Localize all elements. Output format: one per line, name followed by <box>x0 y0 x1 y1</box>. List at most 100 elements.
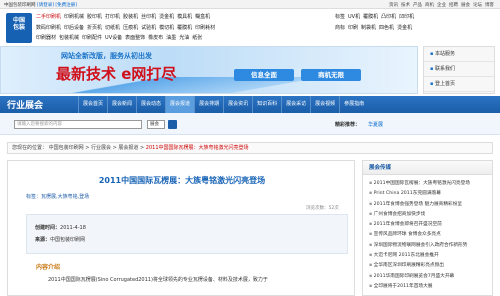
category-link[interactable]: 压痕机 <box>123 23 138 34</box>
search-input[interactable]: 请输入您要搜索的内容 <box>14 120 142 129</box>
site-logo[interactable]: 中国 包装 <box>6 13 32 43</box>
category-link[interactable]: 商标 <box>335 23 345 34</box>
category-link[interactable]: 印刷器材 <box>36 33 56 44</box>
category-link[interactable]: 试验机 <box>141 23 156 34</box>
source-value[interactable]: 中国包装印刷网 <box>50 237 85 243</box>
category-link[interactable]: 模具机 <box>177 12 192 23</box>
service-link[interactable]: 联系我们 <box>424 62 494 77</box>
nav-item[interactable]: 展会新闻 <box>107 96 136 113</box>
category-grid-right: 标签 UV机 覆膜机 凸印机 凹印机 商标 印刷 制袋机 四色机 烫金机 <box>335 12 495 44</box>
category-link[interactable]: 表面整饰 <box>125 33 145 44</box>
source-label: 来源： <box>35 237 51 243</box>
category-link[interactable]: 印后设备 <box>64 23 84 34</box>
category-link[interactable]: 印刷 <box>348 23 358 34</box>
service-box: 本站服务 联系我们 登上首页 <box>423 46 495 94</box>
service-link[interactable]: 本站服务 <box>424 47 494 62</box>
top-bar: 中国包装印刷网 [请登录] [免费注册] 资讯 技术 产品 商机 企业 招聘 展… <box>0 0 500 9</box>
category-link[interactable]: 印刷配件 <box>82 33 102 44</box>
top-nav-item[interactable]: 资讯 <box>389 2 398 8</box>
top-nav-item[interactable]: 招聘 <box>449 2 458 8</box>
nav-item[interactable]: 展会首页 <box>78 96 107 113</box>
sidebar-link[interactable]: 2011年食博会即将召开盛况空前 <box>369 220 488 230</box>
sidebar-link[interactable]: 全华南区深圳印刷展精彩亮点频出 <box>369 261 488 271</box>
category-link[interactable]: 凸印机 <box>381 12 396 23</box>
category-link[interactable]: 凹印机 <box>399 12 414 23</box>
nav-item[interactable]: 展会排期 <box>194 96 223 113</box>
nav-item[interactable]: 知识百科 <box>252 96 281 113</box>
section-brand[interactable]: 行业展会 <box>7 98 43 111</box>
article-tags[interactable]: 标签：瓦楞展,大族粤铭,登场 <box>26 193 89 200</box>
top-nav-item[interactable]: 企业 <box>437 2 446 8</box>
category-link[interactable]: 橡皮布 <box>148 33 163 44</box>
top-nav-item[interactable]: 技术 <box>401 2 410 8</box>
breadcrumb-item[interactable]: 行业展会 <box>91 145 111 151</box>
category-link[interactable]: 胶印机 <box>87 12 102 23</box>
login-link[interactable]: [请登录] <box>37 3 54 8</box>
nav-item[interactable]: 展会视频 <box>310 96 339 113</box>
category-link[interactable]: 印刷耗材 <box>195 23 215 34</box>
category-link[interactable]: UV设备 <box>105 33 122 44</box>
category-link[interactable]: 切纸机 <box>105 23 120 34</box>
top-nav-item[interactable]: 商机 <box>425 2 434 8</box>
top-nav: 资讯 技术 产品 商机 企业 招聘 展会 论坛 博客 <box>389 2 494 8</box>
category-link[interactable]: 糊盒机 <box>195 12 210 23</box>
category-link[interactable]: 纸张 <box>192 33 202 44</box>
category-link[interactable]: 二手印刷机 <box>36 12 61 23</box>
category-link[interactable]: 数码印刷机 <box>36 23 61 34</box>
nav-item-active[interactable]: 展会报道 <box>165 96 195 113</box>
article-meta: 创建时间：2011-4-18 来源：中国包装印刷网 <box>26 214 348 254</box>
breadcrumb-item[interactable]: 展会报道 <box>118 145 138 151</box>
search-category-select[interactable]: 展会 <box>147 120 165 129</box>
category-row: 数码印刷机 印后设备 折页机 切纸机 压痕机 试验机 模切机 覆膜机 印刷耗材 <box>36 23 328 34</box>
nav-item[interactable]: 展会动态 <box>136 96 165 113</box>
top-nav-item[interactable]: 论坛 <box>473 2 482 8</box>
created-date: 2011-4-18 <box>60 225 86 231</box>
search-button[interactable] <box>168 120 177 129</box>
hot-label: 精彩推荐： <box>335 122 361 128</box>
nav-item[interactable]: 展会资讯 <box>223 96 252 113</box>
sidebar-link[interactable]: 宣传风品牌环球 食博会众多亮点 <box>369 230 488 240</box>
banner-subtitle: 网站全新改版，服务从初出发 <box>61 52 152 60</box>
category-row: 标签 UV机 覆膜机 凸印机 凹印机 <box>335 12 495 23</box>
top-nav-item[interactable]: 展会 <box>461 2 470 8</box>
breadcrumb-item[interactable]: 中国包装印刷网 <box>49 145 84 151</box>
category-row: 商标 印刷 制袋机 四色机 烫金机 <box>335 23 495 34</box>
category-link[interactable]: 覆膜机 <box>177 23 192 34</box>
category-link[interactable]: UV机 <box>348 12 360 23</box>
top-nav-item[interactable]: 产品 <box>413 2 422 8</box>
top-nav-item[interactable]: 博客 <box>485 2 494 8</box>
hot-link[interactable]: 华夏展 <box>368 121 383 128</box>
category-link[interactable]: 制袋机 <box>361 23 376 34</box>
category-link[interactable]: 丝印机 <box>141 12 156 23</box>
category-link[interactable]: 印刷机械 <box>64 12 84 23</box>
category-link[interactable]: 模切机 <box>159 23 174 34</box>
sidebar-link[interactable]: 深圳国际物流物联网展会引入政府合作新形势 <box>369 241 488 251</box>
service-link[interactable]: 登上首页 <box>424 77 494 92</box>
sidebar-link[interactable]: 2011中国国际瓦楞展：大族粤铭激光闪亮登场 <box>369 179 488 189</box>
sidebar-link[interactable]: 全印展将于2011年首场大展 <box>369 282 488 292</box>
category-link[interactable]: 四色机 <box>379 23 394 34</box>
category-link[interactable]: 光油 <box>179 33 189 44</box>
top-bar-left: 中国包装印刷网 [请登录] [免费注册] <box>4 2 77 8</box>
sidebar-link[interactable]: 2011年食博会强势登场 魅力展商精彩纷呈 <box>369 200 488 210</box>
category-link[interactable]: 打印机 <box>105 12 120 23</box>
nav-item[interactable]: 展会采访 <box>281 96 310 113</box>
register-link[interactable]: [免费注册] <box>55 3 77 8</box>
category-link[interactable]: 烫金机 <box>159 12 174 23</box>
category-link[interactable]: 折页机 <box>87 23 102 34</box>
category-link[interactable]: 标签 <box>335 12 345 23</box>
site-name[interactable]: 中国包装印刷网 <box>4 3 36 8</box>
sidebar-link[interactable]: Print China 2011东莞圆满落幕 <box>369 189 488 199</box>
category-link[interactable]: 胶装机 <box>123 12 138 23</box>
category-link[interactable]: 覆膜机 <box>363 12 378 23</box>
nav-item[interactable]: 参展指南 <box>339 96 368 113</box>
sidebar-link[interactable]: 2011华南国际印刷展览会7月盛大开幕 <box>369 272 488 282</box>
category-link[interactable]: 烫金机 <box>397 23 412 34</box>
sidebar-link[interactable]: 大迈卡尼网 2011东北展会推开 <box>369 251 488 261</box>
promo-banner[interactable]: 网站全新改版，服务从初出发 最新技术 e网打尽 信息全面 商机无限 <box>0 46 418 94</box>
category-link[interactable]: 包装机械 <box>59 33 79 44</box>
main-nav: 行业展会 展会首页 展会新闻 展会动态 展会报道 展会排期 展会资讯 知识百科 … <box>0 96 500 113</box>
category-link[interactable]: 油墨 <box>166 33 176 44</box>
sidebar-link[interactable]: 广州食博会招商加快步伐 <box>369 210 488 220</box>
sidebar-heading: 展会传媒 <box>363 161 492 175</box>
